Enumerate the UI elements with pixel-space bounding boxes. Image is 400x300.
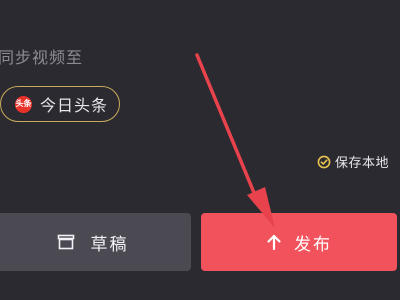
toutiao-label: 今日头条 bbox=[40, 96, 109, 115]
toutiao-sync-chip[interactable]: 头条 今日头条 bbox=[0, 86, 120, 122]
draft-box-icon bbox=[57, 234, 74, 250]
publish-screen: 同步视频至 头条 今日头条 保存本地 草稿 发布 bbox=[0, 0, 400, 300]
draft-button[interactable]: 草稿 bbox=[0, 213, 191, 271]
save-local-label: 保存本地 bbox=[335, 156, 390, 171]
upload-arrow-icon bbox=[267, 234, 281, 251]
publish-button[interactable]: 发布 bbox=[201, 213, 397, 271]
check-circle-icon bbox=[317, 155, 331, 168]
toutiao-logo-icon: 头条 bbox=[15, 95, 32, 113]
sync-section-title: 同步视频至 bbox=[0, 48, 84, 67]
publish-label: 发布 bbox=[294, 234, 332, 255]
save-local-toggle[interactable]: 保存本地 bbox=[317, 152, 389, 171]
draft-label: 草稿 bbox=[90, 234, 129, 255]
